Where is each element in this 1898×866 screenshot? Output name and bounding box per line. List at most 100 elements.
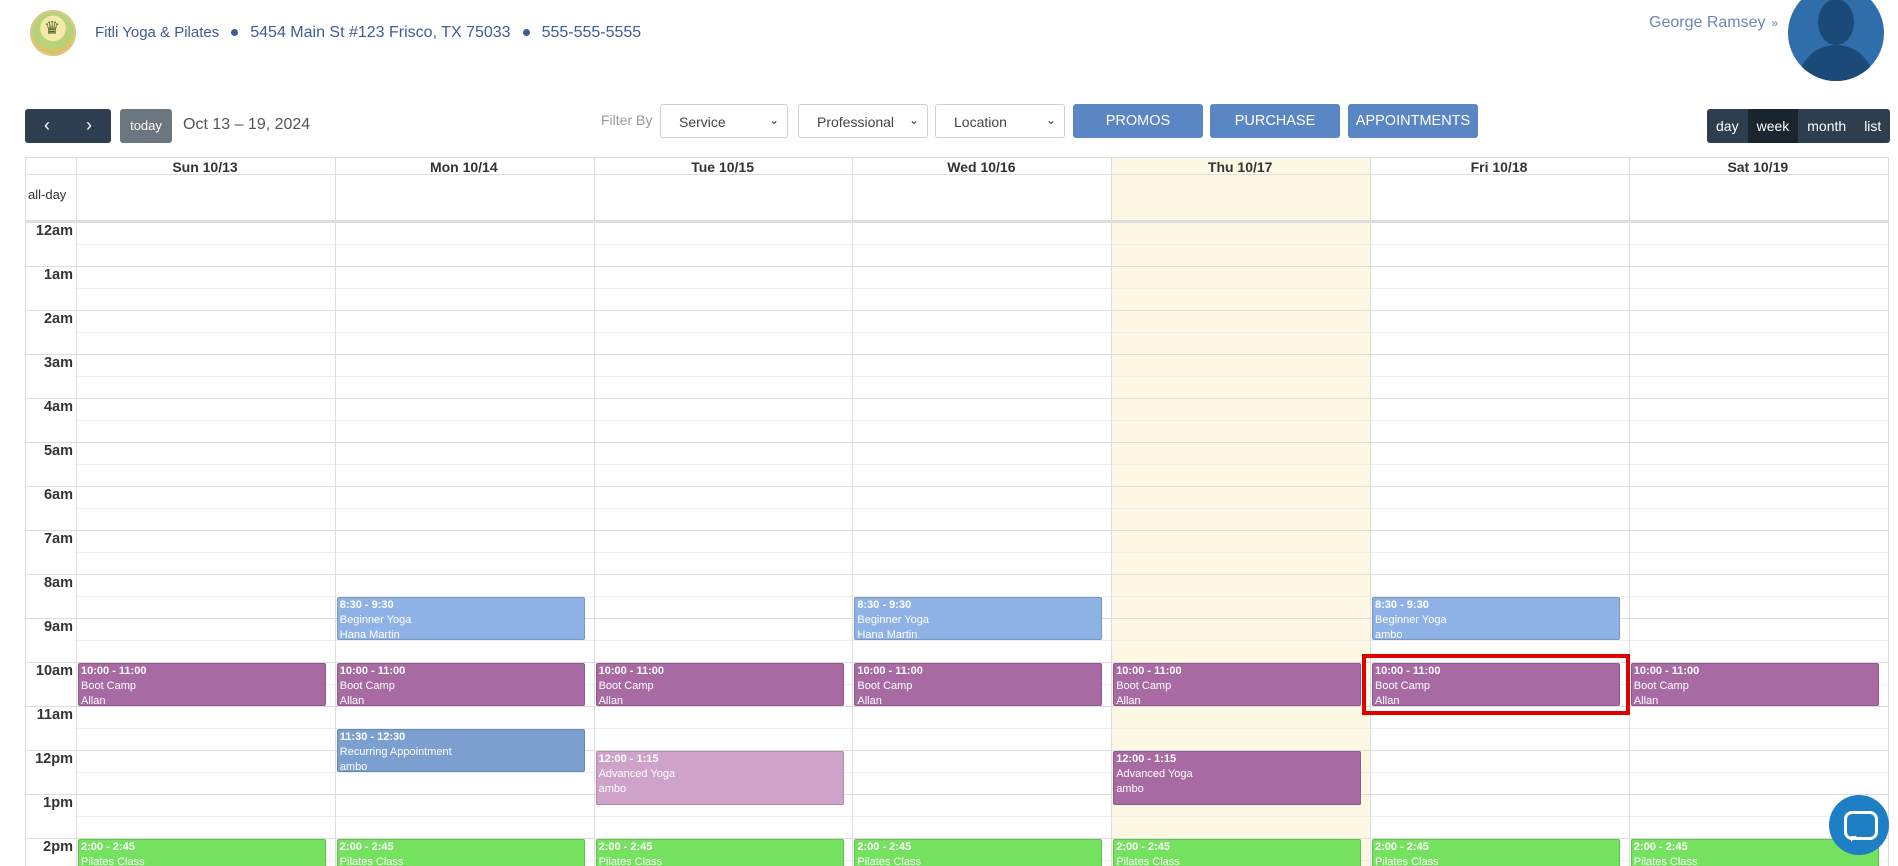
- hour-label: 12am: [35, 223, 73, 239]
- event-title: Pilates Class: [1633, 856, 1698, 866]
- event-title: Boot Camp: [1375, 680, 1431, 692]
- week-calendar-grid: 12am 1am 2am 3am 4am 5am 6am 7am 8am 9am 10am 11am 1…: [25, 157, 1889, 866]
- avatar-body-shape: [1798, 45, 1874, 81]
- location-filter-select[interactable]: Location ⌄: [935, 104, 1065, 138]
- calendar-event[interactable]: 2:00 - 2:45 Pilates Class: [336, 839, 585, 866]
- day-header[interactable]: Fri 10/18: [1370, 159, 1628, 175]
- event-title: Pilates Class: [339, 856, 404, 866]
- half-hour-gridline: [76, 244, 1889, 245]
- day-column-divider: [334, 157, 336, 866]
- hour-label: 10am: [35, 663, 73, 679]
- location-filter-value: Location: [954, 114, 1007, 130]
- event-time: 2:00 - 2:45: [1116, 841, 1170, 853]
- view-list-button[interactable]: list: [1855, 109, 1891, 143]
- calendar-event[interactable]: 8:30 - 9:30 Beginner Yoga ambo: [1372, 597, 1620, 640]
- day-column-divider: [76, 157, 77, 866]
- calendar-event[interactable]: 2:00 - 2:45 Pilates Class: [1372, 839, 1620, 866]
- today-button[interactable]: today: [120, 109, 172, 143]
- day-column-divider: [593, 157, 595, 866]
- hour-gridline: [25, 354, 1889, 355]
- calendar-event[interactable]: 8:30 - 9:30 Beginner Yoga Hana Martin: [336, 597, 585, 640]
- hour-gridline: [25, 398, 1889, 399]
- calendar-event[interactable]: 10:00 - 11:00 Boot Camp Allan: [854, 663, 1103, 706]
- calendar-event[interactable]: 2:00 - 2:45 Pilates Class: [595, 839, 844, 866]
- avatar[interactable]: [1788, 0, 1884, 81]
- day-column-divider: [852, 157, 854, 866]
- hour-label: 1pm: [43, 795, 73, 811]
- event-time: 2:00 - 2:45: [857, 841, 912, 853]
- day-header[interactable]: Mon 10/14: [335, 159, 593, 175]
- calendar-event[interactable]: 2:00 - 2:45 Pilates Class: [1113, 839, 1362, 866]
- day-column-divider: [1111, 157, 1113, 866]
- grid-divider: [25, 157, 26, 866]
- hour-gridline: [25, 442, 1889, 443]
- event-title: Pilates Class: [857, 856, 921, 866]
- day-header[interactable]: Tue 10/15: [594, 159, 852, 175]
- day-header[interactable]: Sat 10/19: [1629, 159, 1887, 175]
- business-name[interactable]: Fitli Yoga & Pilates: [95, 24, 219, 41]
- hour-label: 9am: [43, 619, 73, 635]
- user-name[interactable]: George Ramsey: [1649, 14, 1766, 31]
- event-time: 12:00 - 1:15: [598, 753, 659, 765]
- calendar-event[interactable]: 10:00 - 11:00 Boot Camp Allan: [78, 663, 326, 706]
- event-professional: ambo: [1116, 783, 1144, 795]
- calendar-event[interactable]: 2:00 - 2:45 Pilates Class: [78, 839, 326, 866]
- business-info: Fitli Yoga & Pilates 5454 Main St #123 Fr…: [95, 24, 641, 42]
- event-time: 11:30 - 12:30: [339, 731, 406, 743]
- day-header[interactable]: Wed 10/16: [852, 159, 1110, 175]
- event-time: 8:30 - 9:30: [339, 599, 394, 611]
- half-hour-gridline: [76, 288, 1889, 289]
- view-month-button[interactable]: month: [1798, 109, 1856, 143]
- business-address: 5454 Main St #123 Frisco, TX 75033: [250, 24, 511, 41]
- event-title: Beginner Yoga: [857, 614, 929, 626]
- next-week-button[interactable]: ›: [67, 109, 111, 143]
- user-menu[interactable]: George Ramsey »: [1649, 14, 1778, 32]
- calendar-event[interactable]: 10:00 - 11:00 Boot Camp Allan: [595, 663, 844, 706]
- view-week-button[interactable]: week: [1747, 109, 1799, 143]
- hour-label: 11am: [36, 707, 73, 723]
- calendar-event[interactable]: 10:00 - 11:00 Boot Camp Allan: [1372, 663, 1620, 706]
- calendar-event[interactable]: 10:00 - 11:00 Boot Camp Allan: [1630, 663, 1879, 706]
- event-professional: ambo: [1375, 629, 1403, 640]
- event-professional: ambo: [339, 761, 368, 772]
- hour-label: 2pm: [43, 839, 73, 855]
- event-time: 10:00 - 11:00: [598, 665, 665, 677]
- calendar-event[interactable]: 10:00 - 11:00 Boot Camp Allan: [336, 663, 585, 706]
- prev-week-button[interactable]: ‹: [25, 109, 69, 143]
- hour-gridline: [25, 222, 1889, 223]
- professional-filter-select[interactable]: Professional ⌄: [798, 104, 928, 138]
- event-professional: Hana Martin: [339, 629, 400, 640]
- event-title: Boot Camp: [1633, 680, 1689, 692]
- business-phone[interactable]: 555-555-5555: [542, 24, 642, 41]
- half-hour-gridline: [76, 332, 1889, 333]
- promos-button[interactable]: PROMOS: [1073, 104, 1203, 138]
- event-time: 2:00 - 2:45: [81, 841, 135, 853]
- day-column-divider: [1628, 157, 1630, 866]
- hour-label: 1am: [43, 267, 73, 283]
- half-hour-gridline: [76, 376, 1889, 377]
- chevron-down-icon[interactable]: »: [1772, 16, 1779, 30]
- day-header[interactable]: Sun 10/13: [76, 159, 334, 175]
- appointments-button[interactable]: APPOINTMENTS: [1348, 104, 1478, 138]
- view-day-button[interactable]: day: [1707, 109, 1748, 143]
- event-title: Pilates Class: [1116, 856, 1180, 866]
- event-time: 10:00 - 11:00: [1375, 665, 1441, 677]
- event-professional: Hana Martin: [857, 629, 918, 640]
- event-professional: ambo: [598, 783, 627, 795]
- calendar-event[interactable]: 2:00 - 2:45 Pilates Class: [854, 839, 1103, 866]
- event-professional: Allan: [339, 695, 365, 706]
- chat-bubble-icon[interactable]: [1829, 795, 1889, 855]
- day-header[interactable]: Thu 10/17: [1111, 159, 1369, 175]
- chevron-right-icon: ›: [86, 115, 92, 135]
- calendar-event[interactable]: 10:00 - 11:00 Boot Camp Allan: [1113, 663, 1362, 706]
- purchase-button[interactable]: PURCHASE: [1210, 104, 1340, 138]
- event-time: 2:00 - 2:45: [339, 841, 394, 853]
- service-filter-select[interactable]: Service ⌄: [660, 104, 788, 138]
- half-hour-gridline: [76, 772, 1889, 773]
- half-hour-gridline: [76, 640, 1889, 641]
- event-title: Beginner Yoga: [1375, 614, 1447, 626]
- calendar-event[interactable]: 11:30 - 12:30 Recurring Appointment ambo: [336, 729, 585, 772]
- calendar-event[interactable]: 8:30 - 9:30 Beginner Yoga Hana Martin: [854, 597, 1103, 640]
- calendar-event[interactable]: 12:00 - 1:15 Advanced Yoga ambo: [1113, 751, 1362, 805]
- calendar-event[interactable]: 12:00 - 1:15 Advanced Yoga ambo: [595, 751, 844, 805]
